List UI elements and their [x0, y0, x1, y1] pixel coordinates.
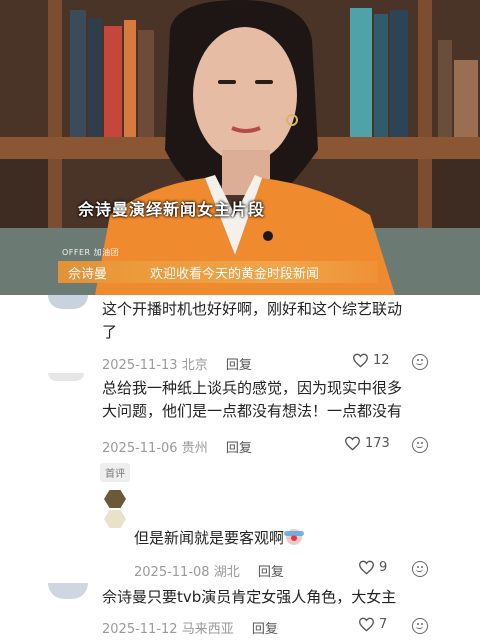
comment-date: 2025-11-06	[102, 441, 178, 456]
news-subtitle: 欢迎收看今天的黄金时段新闻	[150, 267, 320, 282]
anchor-name: 佘诗曼	[68, 267, 108, 282]
like-button[interactable]: 173	[344, 436, 390, 451]
reply-button[interactable]: 回复	[258, 565, 284, 580]
reply-button[interactable]: 回复	[226, 358, 252, 373]
comment-meta: 2025-11-08 湖北 回复	[134, 561, 284, 580]
comment-meta: 2025-11-06 贵州 回复	[102, 437, 252, 456]
reply-button[interactable]: 回复	[226, 441, 252, 456]
comment-text: 这个开播时机也好好啊，刚好和这个综艺联动	[102, 300, 403, 318]
heart-icon	[358, 617, 375, 632]
comment-location: 贵州	[181, 441, 208, 456]
comment-list: 这个开播时机也好好啊，刚好和这个综艺联动 了 2025-11-13 北京 回复 …	[0, 295, 480, 640]
avatar[interactable]	[48, 583, 88, 599]
comment-text-cont: 了	[102, 323, 118, 341]
comment-date: 2025-11-08	[134, 565, 210, 580]
avatar[interactable]	[48, 373, 84, 381]
reply-text: 但是新闻就是要客观啊	[134, 529, 285, 547]
comment-text: 但是新闻就是要客观啊	[134, 527, 305, 550]
emoji-reaction-icon[interactable]	[412, 354, 428, 370]
like-button[interactable]: 9	[358, 560, 387, 575]
comment-meta: 2025-11-12 马来西亚 回复	[102, 618, 278, 637]
reply-button[interactable]: 回复	[252, 622, 278, 637]
avatar[interactable]	[48, 295, 88, 309]
comment-meta: 2025-11-13 北京 回复	[102, 354, 252, 373]
emoji-reaction-icon[interactable]	[412, 437, 428, 453]
heart-icon	[358, 560, 375, 575]
like-button[interactable]: 7	[358, 617, 387, 632]
comment-text: 总给我一种纸上谈兵的感觉，因为现实中很多	[102, 379, 403, 397]
comment-date: 2025-11-12	[102, 622, 178, 637]
comment-location: 马来西亚	[181, 622, 234, 637]
emoji-reaction-icon[interactable]	[412, 561, 428, 577]
comment-location: 湖北	[213, 565, 240, 580]
heart-icon	[344, 436, 361, 451]
like-count: 7	[379, 617, 388, 632]
offer-tag: OFFER 加油团	[62, 248, 120, 257]
like-count: 9	[379, 560, 388, 575]
comment-text: 佘诗曼只要tvb演员肯定女强人角色，大女主	[102, 588, 397, 606]
avatar[interactable]	[104, 490, 126, 508]
comment-location: 北京	[181, 358, 208, 373]
video-caption: 佘诗曼演绎新闻女主片段	[78, 200, 266, 219]
heart-icon	[352, 353, 369, 368]
clown-emoji-icon	[284, 529, 305, 545]
comment-text-cont: 大问题，他们是一点都没有想法！一点都没有	[102, 402, 403, 420]
emoji-reaction-icon[interactable]	[412, 618, 428, 634]
comment-date: 2025-11-13	[102, 358, 178, 373]
first-comment-badge: 首评	[100, 463, 130, 482]
like-count: 173	[365, 436, 390, 451]
like-button[interactable]: 12	[352, 353, 390, 368]
avatar-decoration	[104, 510, 126, 528]
video-player[interactable]: 佘诗曼演绎新闻女主片段 OFFER 加油团 佘诗曼 欢迎收看今天的黄金时段新闻	[0, 0, 480, 295]
like-count: 12	[373, 353, 390, 368]
